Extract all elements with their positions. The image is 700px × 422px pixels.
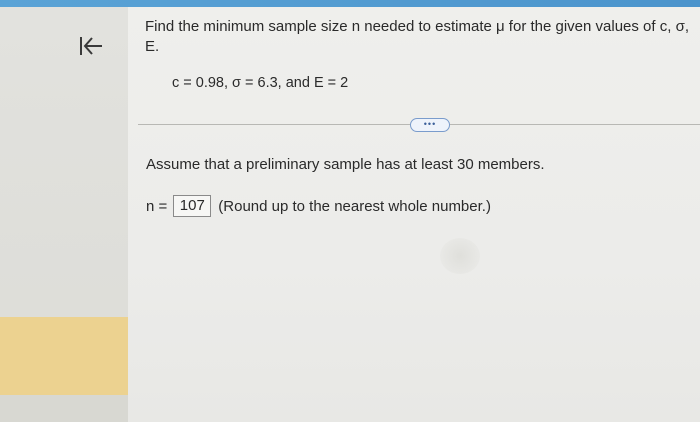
arrow-left-to-bar-icon bbox=[80, 37, 102, 55]
more-options-button[interactable]: ••• bbox=[410, 118, 450, 132]
answer-row: n = 107 (Round up to the nearest whole n… bbox=[146, 194, 491, 218]
given-values: c = 0.98, σ = 6.3, and E = 2 bbox=[172, 75, 349, 91]
screen-glare bbox=[440, 238, 480, 274]
question-prompt: Find the minimum sample size n needed to… bbox=[145, 18, 689, 55]
sidebar-highlight bbox=[0, 317, 128, 395]
answer-input[interactable]: 107 bbox=[173, 195, 212, 217]
sidebar-bottom bbox=[0, 395, 128, 422]
sidebar bbox=[0, 7, 128, 422]
top-bar bbox=[0, 0, 700, 7]
assumption-text: Assume that a preliminary sample has at … bbox=[146, 156, 545, 173]
answer-label: n = bbox=[146, 197, 168, 215]
back-button[interactable] bbox=[78, 34, 104, 58]
answer-hint: (Round up to the nearest whole number.) bbox=[218, 197, 491, 215]
screen: Find the minimum sample size n needed to… bbox=[0, 0, 700, 422]
